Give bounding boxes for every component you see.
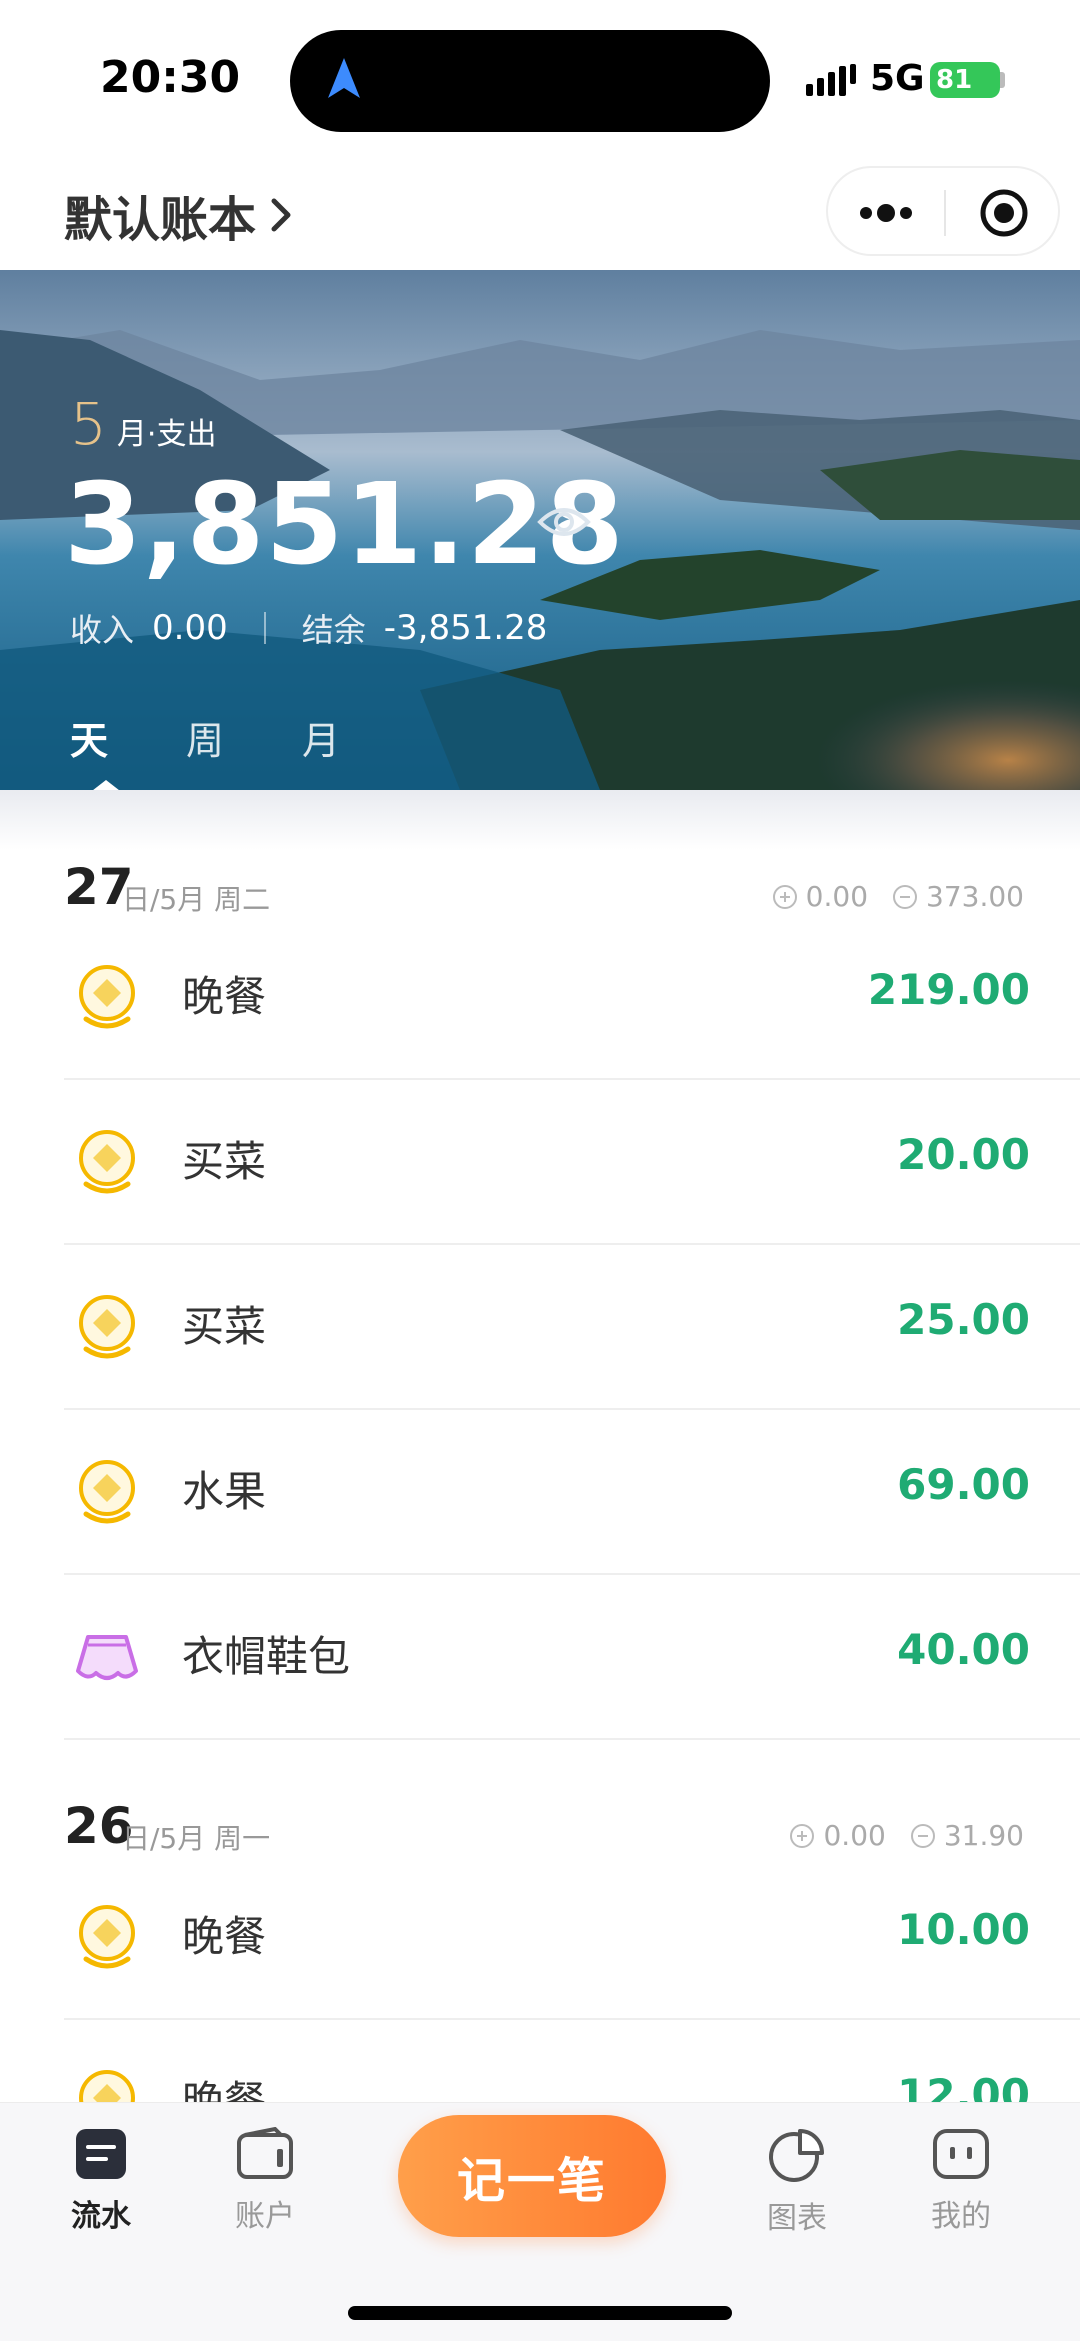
network-type: 5G (870, 58, 925, 99)
coin-icon (79, 965, 135, 1029)
day-expense: 31.90 (943, 1819, 1024, 1852)
plus-circle-icon (790, 1823, 815, 1848)
entry-amount: 69.00 (897, 1460, 1030, 1509)
list-item[interactable]: 衣帽鞋包 40.00 (64, 1575, 1080, 1740)
nav-chart-label: 图表 (767, 2201, 827, 2236)
entry-amount: 20.00 (897, 1130, 1030, 1179)
nav-account[interactable]: 账户 (200, 2127, 330, 2235)
day-date-weekday: 日/5月 周二 (122, 883, 271, 916)
entry-name: 晚餐 (182, 972, 267, 1021)
month-label-row: 5 月·支出 (70, 390, 216, 458)
entry-amount: 219.00 (867, 965, 1030, 1014)
income-label: 收入 (70, 611, 135, 649)
entry-name: 买菜 (182, 1302, 267, 1351)
tab-month[interactable]: 月 (302, 710, 340, 765)
miniprogram-capsule (826, 166, 1060, 256)
skirt-icon (76, 1635, 138, 1680)
month-expense-label: 月·支出 (116, 417, 217, 452)
eye-visibility-icon[interactable] (536, 502, 592, 542)
target-close-icon (980, 189, 1028, 237)
record-entry-label: 记一笔 (456, 2153, 607, 2209)
robot-face-icon (933, 2129, 989, 2179)
battery-level: 81 (936, 65, 973, 95)
entry-amount: 10.00 (897, 1905, 1030, 1954)
book-selector[interactable]: 默认账本 (64, 180, 292, 250)
month-number: 5 (70, 390, 107, 458)
list-item[interactable]: 水果 69.00 (64, 1410, 1080, 1575)
active-tab-indicator (88, 780, 124, 790)
home-indicator (348, 2306, 732, 2320)
period-tabs: 天 周 月 (70, 710, 418, 790)
close-miniprogram-button[interactable] (946, 168, 1062, 258)
summary-divider (263, 612, 266, 644)
record-entry-button[interactable]: 记一笔 (398, 2115, 666, 2237)
status-time: 20:30 (100, 52, 241, 103)
entry-amount: 40.00 (897, 1625, 1030, 1674)
entry-name: 水果 (182, 1467, 267, 1516)
battery-indicator: 81 (930, 62, 1000, 98)
pie-chart-icon (769, 2129, 824, 2182)
app-header: 默认账本 (0, 160, 1080, 270)
dynamic-island (290, 30, 770, 132)
coin-icon (79, 1130, 135, 1194)
nav-chart[interactable]: 图表 (732, 2127, 862, 2237)
nav-mine[interactable]: 我的 (896, 2127, 1026, 2235)
ledger-icon (76, 2129, 126, 2179)
day-totals: 0.00 31.90 (789, 1819, 1024, 1852)
summary-hero: 5 月·支出 3,851.28 收入 0.00 结余 -3,851.28 天 周… (0, 270, 1080, 790)
entry-name: 买菜 (182, 1137, 267, 1186)
more-button[interactable] (828, 168, 944, 258)
entry-amount: 25.00 (897, 1295, 1030, 1344)
signal-icon (806, 64, 856, 96)
day-totals: 0.00 373.00 (772, 880, 1024, 913)
day-income: 0.00 (805, 880, 869, 913)
income-balance-row: 收入 0.00 结余 -3,851.28 (70, 605, 547, 651)
location-arrow-icon (328, 58, 360, 98)
balance-value: -3,851.28 (383, 608, 548, 648)
coin-icon (79, 1460, 135, 1524)
income-value: 0.00 (152, 608, 228, 648)
list-item[interactable]: 买菜 20.00 (64, 1080, 1080, 1245)
tab-month-label: 月 (302, 719, 341, 763)
entry-name: 衣帽鞋包 (182, 1632, 351, 1681)
tab-week[interactable]: 周 (186, 710, 224, 765)
day-expense: 373.00 (926, 880, 1024, 913)
day-date-weekday: 日/5月 周一 (122, 1822, 271, 1855)
plus-circle-icon (772, 884, 797, 909)
balance-label: 结余 (301, 611, 366, 649)
tab-day-label: 天 (70, 719, 109, 763)
chevron-right-icon (271, 198, 291, 232)
wallet-icon (237, 2127, 293, 2179)
book-title: 默认账本 (64, 192, 257, 248)
battery-cap (1000, 72, 1005, 88)
more-dots-icon (860, 204, 912, 222)
nav-account-label: 账户 (235, 2199, 295, 2234)
list-item[interactable]: 买菜 25.00 (64, 1245, 1080, 1410)
minus-circle-icon (910, 1823, 935, 1848)
list-item[interactable]: 晚餐 219.00 (64, 915, 1080, 1080)
nav-flow[interactable]: 流水 (36, 2127, 166, 2235)
list-item[interactable]: 晚餐 10.00 (64, 1855, 1080, 2020)
entry-name: 晚餐 (182, 1912, 267, 1961)
nav-mine-label: 我的 (931, 2199, 991, 2234)
hero-fade (0, 790, 1080, 850)
nav-flow-label: 流水 (71, 2199, 131, 2234)
day-income: 0.00 (823, 1819, 886, 1852)
coin-icon (79, 1905, 135, 1969)
status-bar: 20:30 5G 81 (0, 0, 1080, 150)
tab-day[interactable]: 天 (70, 710, 124, 790)
coin-icon (79, 1295, 135, 1359)
minus-circle-icon (893, 884, 918, 909)
tab-week-label: 周 (186, 719, 225, 763)
